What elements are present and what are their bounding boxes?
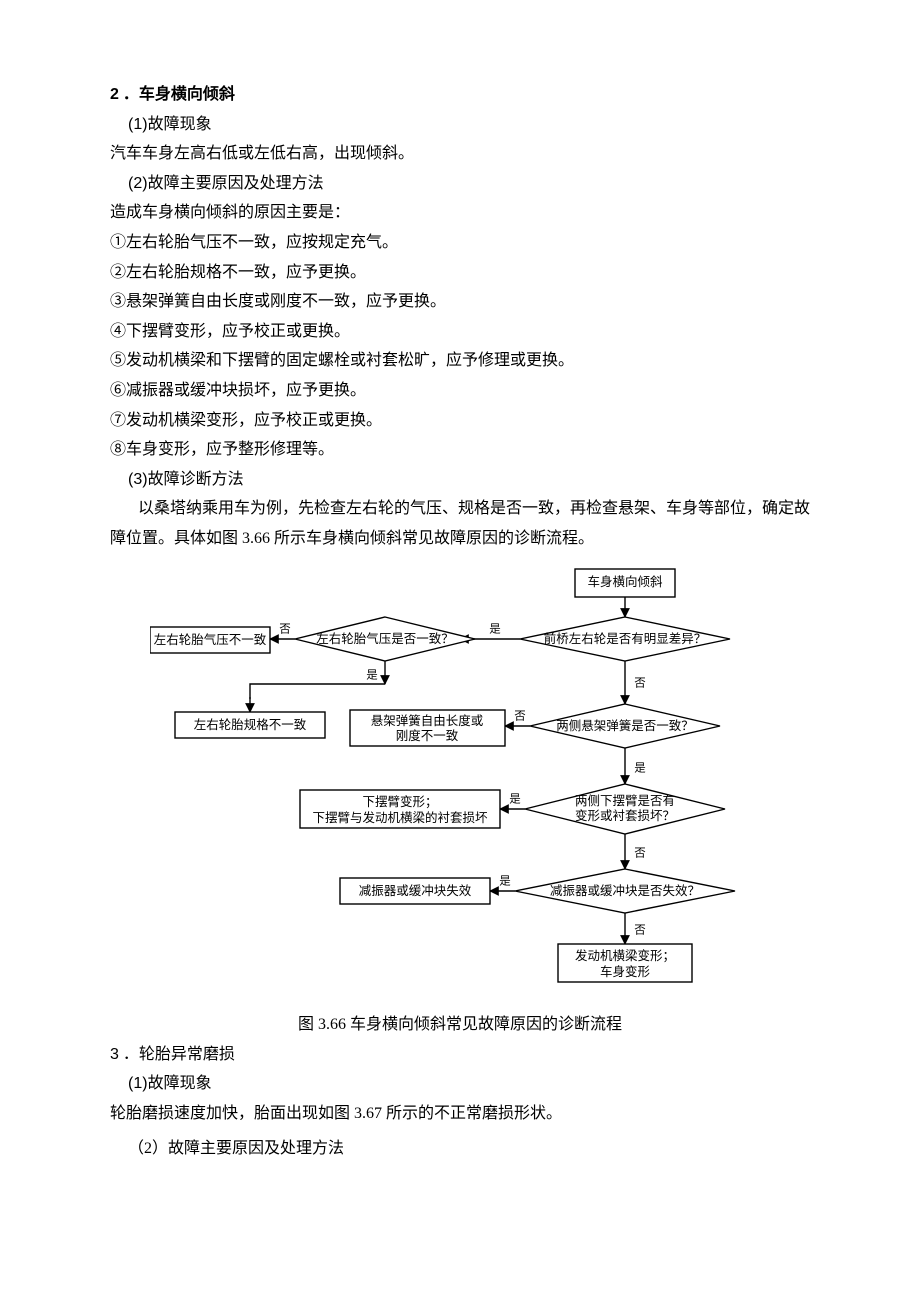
section-title: ．轮胎异常磨损 — [123, 1046, 235, 1063]
list-item: ②左右轮胎规格不一致，应予更换。 — [110, 258, 810, 288]
subsection-title: 故障现象 — [148, 1075, 212, 1092]
edge-label: 否 — [514, 710, 526, 722]
list-item: ⑦发动机横梁变形，应予校正或更换。 — [110, 406, 810, 436]
edge-label: 是 — [489, 622, 501, 635]
subsection-number: (2) — [128, 175, 148, 192]
node-text: 左右轮胎气压是否一致？ — [316, 630, 454, 645]
edge-label: 是 — [509, 792, 521, 805]
edge-label: 否 — [279, 623, 291, 635]
node-text: 前桥左右轮是否有明显差异？ — [544, 630, 707, 645]
flowchart-svg: 车身横向倾斜 前桥左右轮是否有明显差异？ 是 左右轮胎气压是否一致？ 否 左右轮… — [150, 564, 770, 994]
section-heading-2: 2 ．车身横向倾斜 — [110, 80, 810, 110]
edge-label: 否 — [634, 677, 646, 689]
list-item: ①左右轮胎气压不一致，应按规定充气。 — [110, 228, 810, 258]
subsection-number: (3) — [128, 471, 148, 488]
edge-label: 是 — [366, 668, 378, 681]
flowchart: 车身横向倾斜 前桥左右轮是否有明显差异？ 是 左右轮胎气压是否一致？ 否 左右轮… — [150, 564, 770, 1005]
subsection-number: (1) — [128, 116, 148, 133]
subsection-heading: (1)故障现象 — [110, 110, 810, 140]
subsection-title: 故障诊断方法 — [148, 471, 244, 488]
node-text: 减振器或缓冲块是否失效？ — [550, 882, 700, 897]
subsection-heading: (3)故障诊断方法 — [110, 465, 810, 495]
node-text: 发动机横梁变形； — [575, 947, 675, 962]
body-text: 造成车身横向倾斜的原因主要是： — [110, 198, 810, 228]
edge-label: 是 — [634, 761, 646, 774]
subsection-number: （2） — [128, 1140, 168, 1157]
node-text: 下摆臂与发动机横梁的衬套损坏 — [312, 809, 488, 824]
node-text: 两侧下摆臂是否有 — [575, 793, 675, 807]
subsection-title: 故障主要原因及处理方法 — [168, 1140, 344, 1157]
section-number: 3 — [110, 1046, 119, 1063]
node-text: 车身横向倾斜 — [587, 573, 663, 588]
node-text: 左右轮胎气压不一致 — [154, 631, 267, 646]
figure-caption: 图 3.66 车身横向倾斜常见故障原因的诊断流程 — [110, 1010, 810, 1040]
list-item: ⑥减振器或缓冲块损坏，应予更换。 — [110, 376, 810, 406]
list-item: ⑤发动机横梁和下摆臂的固定螺栓或衬套松旷，应予修理或更换。 — [110, 346, 810, 376]
subsection-heading: (2)故障主要原因及处理方法 — [110, 169, 810, 199]
section-number: 2 — [110, 86, 119, 103]
section-title: ．车身横向倾斜 — [123, 86, 235, 103]
body-text: 汽车车身左高右低或左低右高，出现倾斜。 — [110, 139, 810, 169]
subsection-title: 故障主要原因及处理方法 — [148, 175, 324, 192]
edge-label: 否 — [634, 924, 646, 936]
subsection-title: 故障现象 — [148, 116, 212, 133]
subsection-heading: (1)故障现象 — [110, 1069, 810, 1099]
node-text: 减振器或缓冲块失效 — [359, 882, 472, 897]
node-text: 变形或衬套损坏？ — [575, 807, 675, 822]
list-item: ③悬架弹簧自由长度或刚度不一致，应予更换。 — [110, 287, 810, 317]
node-text: 刚度不一致 — [396, 727, 459, 742]
node-text: 两侧悬架弹簧是否一致？ — [556, 717, 694, 732]
list-item: ④下摆臂变形，应予校正或更换。 — [110, 317, 810, 347]
node-text: 左右轮胎规格不一致 — [194, 716, 307, 731]
node-text: 车身变形 — [600, 963, 651, 978]
section-heading-3: 3 ．轮胎异常磨损 — [110, 1040, 810, 1070]
edge — [250, 684, 385, 699]
body-text: 以桑塔纳乘用车为例，先检查左右轮的气压、规格是否一致，再检查悬架、车身等部位，确… — [110, 494, 810, 553]
node-text: 悬架弹簧自由长度或 — [371, 712, 484, 727]
body-text: 轮胎磨损速度加快，胎面出现如图 3.67 所示的不正常磨损形状。 — [110, 1099, 810, 1129]
edge-label: 是 — [499, 874, 511, 887]
node-text: 下摆臂变形； — [362, 793, 437, 808]
subsection-number: (1) — [128, 1075, 148, 1092]
subsection-heading: （2）故障主要原因及处理方法 — [110, 1134, 810, 1164]
edge-label: 否 — [634, 847, 646, 859]
list-item: ⑧车身变形，应予整形修理等。 — [110, 435, 810, 465]
